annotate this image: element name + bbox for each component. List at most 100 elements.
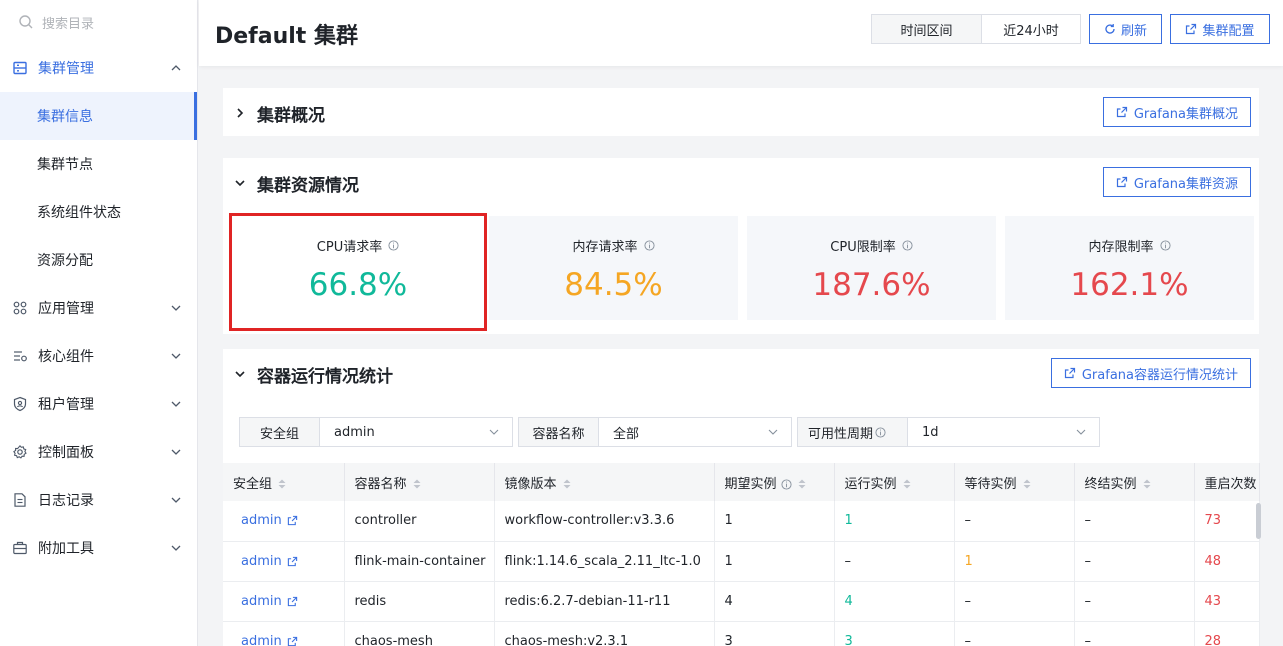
filter-select[interactable]: 1d (908, 418, 1099, 446)
sidebar-group-control-panel[interactable]: 控制面板 (0, 428, 197, 476)
cell-image: workflow-controller:v3.3.6 (494, 501, 715, 542)
info-icon[interactable] (388, 240, 399, 251)
sidebar-group-label: 租户管理 (38, 397, 94, 413)
col-header-text: 运行实例 (844, 476, 897, 492)
group-link-text: admin (241, 553, 282, 569)
group-link-text: admin (241, 593, 282, 609)
sort-icon[interactable] (413, 479, 421, 489)
sidebar-item-cluster-nodes[interactable]: 集群节点 (0, 140, 197, 188)
table-scrollbar[interactable] (1256, 503, 1261, 539)
filter-security-group[interactable]: 安全组 admin (239, 417, 513, 447)
col-header-name[interactable]: 容器名称 (344, 463, 495, 501)
info-icon[interactable] (875, 426, 886, 438)
card-memory-limit: 内存限制率 162.1% (1005, 216, 1254, 320)
card-title-text: CPU请求率 (316, 240, 383, 255)
filter-container-name[interactable]: 容器名称 全部 (518, 417, 792, 447)
col-header-group[interactable]: 安全组 (223, 463, 345, 501)
col-header-running[interactable]: 运行实例 (834, 463, 955, 501)
cell-running: 3 (834, 621, 955, 646)
filter-select[interactable]: 全部 (599, 418, 791, 446)
col-header-restarts[interactable]: 重启次数 (1194, 463, 1260, 501)
info-icon[interactable] (1159, 240, 1171, 251)
external-link-icon (1116, 176, 1127, 188)
cell-group: admin (223, 541, 345, 582)
core-icon (12, 348, 28, 364)
refresh-button[interactable]: 刷新 (1089, 14, 1162, 44)
grafana-resources-button[interactable]: Grafana集群资源 (1102, 167, 1251, 197)
cell-image: redis:6.2.7-debian-11-r11 (494, 581, 715, 622)
grafana-containers-label: Grafana容器运行情况统计 (1081, 367, 1238, 383)
grafana-resources-label: Grafana集群资源 (1133, 176, 1238, 192)
cluster-config-label: 集群配置 (1202, 23, 1255, 39)
sidebar-group-label: 应用管理 (38, 301, 94, 317)
sort-icon[interactable] (1023, 479, 1031, 489)
table-row: admin redis redis:6.2.7-debian-11-r11 4 … (223, 581, 1260, 622)
page-title: Default 集群 (215, 24, 358, 49)
cell-image: flink:1.14.6_scala_2.11_ltc-1.0 (494, 541, 715, 582)
sort-icon[interactable] (1143, 479, 1151, 489)
filter-availability-period[interactable]: 可用性周期 1d (797, 417, 1100, 447)
grafana-overview-button[interactable]: Grafana集群概况 (1102, 97, 1251, 127)
filter-label: 容器名称 (519, 418, 599, 446)
col-header-text: 容器名称 (354, 476, 407, 492)
col-header-desired[interactable]: 期望实例 (714, 463, 835, 501)
table-row: admin controller workflow-controller:v3.… (223, 501, 1260, 542)
sidebar-group-tools[interactable]: 附加工具 (0, 524, 197, 572)
sort-icon[interactable] (278, 479, 286, 489)
chevron-down-icon (768, 429, 778, 435)
sort-icon[interactable] (903, 479, 911, 489)
section-title: 集群资源情况 (257, 175, 359, 196)
cell-terminated: – (1074, 541, 1195, 582)
col-header-text: 安全组 (233, 476, 273, 492)
col-header-terminated[interactable]: 终结实例 (1074, 463, 1195, 501)
section-resources-header[interactable]: 集群资源情况 Grafana集群资源 (223, 158, 1259, 208)
group-link[interactable]: admin (233, 554, 298, 569)
cell-desired: 3 (714, 621, 835, 646)
filter-label-text: 可用性周期 (808, 426, 874, 442)
sort-icon[interactable] (798, 479, 806, 489)
cell-name: flink-main-container (344, 541, 495, 582)
sidebar-item-cluster-info[interactable]: 集群信息 (0, 92, 197, 140)
group-link[interactable]: admin (233, 513, 298, 528)
section-containers-header[interactable]: 容器运行情况统计 Grafana容器运行情况统计 (223, 349, 1259, 399)
sidebar-group-tenant[interactable]: 租户管理 (0, 380, 197, 428)
sidebar-item-component-status[interactable]: 系统组件状态 (0, 188, 197, 236)
card-title-text: 内存限制率 (1088, 240, 1154, 255)
toolbox-icon (12, 540, 28, 556)
col-header-image[interactable]: 镜像版本 (494, 463, 715, 501)
info-icon[interactable] (780, 478, 792, 490)
sidebar-group-apps[interactable]: 应用管理 (0, 284, 197, 332)
cell-running: 4 (834, 581, 955, 622)
group-link[interactable]: admin (233, 634, 298, 646)
sidebar-group-core[interactable]: 核心组件 (0, 332, 197, 380)
col-header-pending[interactable]: 等待实例 (954, 463, 1075, 501)
time-range-value[interactable]: 近24小时 (982, 15, 1080, 43)
sidebar-group-cluster[interactable]: 集群管理 (0, 44, 197, 92)
filter-select[interactable]: admin (320, 418, 512, 446)
sidebar-group-label: 控制面板 (38, 445, 94, 461)
filter-value: 1d (922, 424, 939, 440)
sidebar-group-logs[interactable]: 日志记录 (0, 476, 197, 524)
chevron-down-icon (235, 371, 245, 378)
info-icon[interactable] (902, 240, 913, 251)
cell-restarts: 28 (1194, 621, 1260, 646)
section-overview-header[interactable]: 集群概况 Grafana集群概况 (223, 88, 1259, 138)
sidebar-item-resource-allocation[interactable]: 资源分配 (0, 236, 197, 284)
grafana-containers-button[interactable]: Grafana容器运行情况统计 (1050, 358, 1251, 388)
cell-pending: 1 (954, 541, 1075, 582)
main-content: 集群概况 Grafana集群概况 集群资源情况 Grafana集群资源 CPU请… (199, 66, 1283, 646)
card-memory-request: 内存请求率 84.5% (489, 216, 738, 320)
section-title: 容器运行情况统计 (257, 366, 393, 387)
time-range-picker[interactable]: 时间区间 近24小时 (871, 14, 1081, 44)
filter-label: 可用性周期 (798, 418, 908, 446)
info-icon[interactable] (643, 240, 655, 251)
table-row: admin chaos-mesh chaos-mesh:v2.3.1 3 3 –… (223, 621, 1260, 646)
sort-icon[interactable] (563, 479, 571, 489)
chevron-down-icon (235, 180, 245, 187)
cell-terminated: – (1074, 621, 1195, 646)
sidebar-search[interactable]: 搜索目录 (0, 0, 197, 44)
cell-pending: – (954, 621, 1075, 646)
group-link[interactable]: admin (233, 594, 298, 609)
chevron-up-icon (171, 65, 181, 71)
cluster-config-button[interactable]: 集群配置 (1170, 14, 1270, 44)
